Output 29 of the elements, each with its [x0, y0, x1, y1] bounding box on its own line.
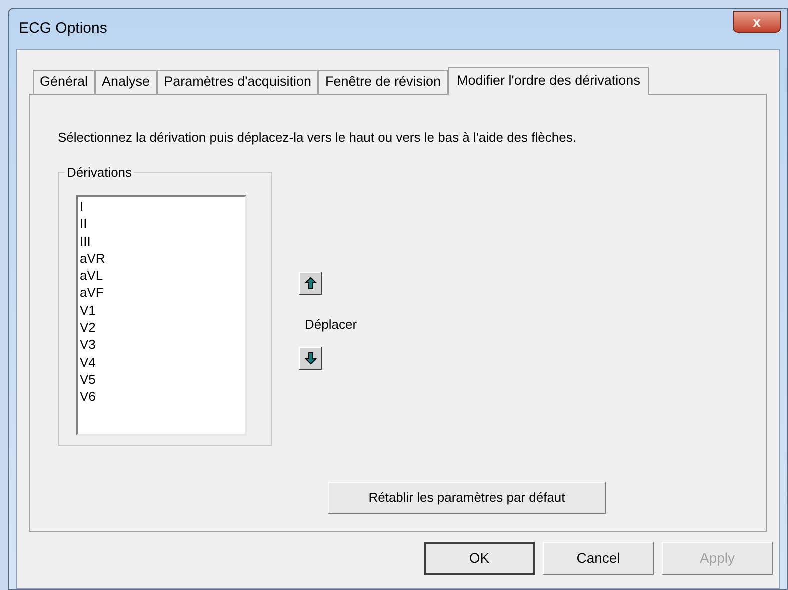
instructions-text: Sélectionnez la dérivation puis déplacez-la vers le haut ou vers le bas à l'aide des flèches. — [58, 129, 578, 146]
move-label: Déplacer — [305, 316, 358, 334]
tab[interactable]: Paramètres d'acquisition — [157, 70, 318, 94]
up-arrow-icon — [304, 277, 316, 290]
close-button[interactable]: x — [733, 11, 781, 33]
dialog-button[interactable]: OK — [424, 542, 535, 575]
down-arrow-icon — [304, 352, 316, 364]
list-item[interactable]: V5 — [80, 370, 245, 388]
leads-list[interactable]: I II III aVR aVL aVF V1 V2 V3 V4 V5 V6 — [76, 195, 247, 436]
list-item[interactable]: aVF — [80, 284, 245, 302]
window-title: ECG Options — [19, 18, 108, 39]
tab[interactable]: Modifier l'ordre des dérivations — [448, 67, 650, 95]
list-item[interactable]: V6 — [80, 388, 245, 406]
list-item[interactable]: aVR — [80, 250, 245, 268]
move-up-button[interactable] — [299, 272, 322, 295]
list-item[interactable]: II — [80, 215, 245, 233]
restore-defaults-button[interactable]: Rétablir les paramètres par défaut — [328, 482, 606, 514]
list-item[interactable]: I — [80, 198, 245, 216]
tab[interactable]: Fenêtre de révision — [318, 70, 448, 94]
tab[interactable]: Analyse — [95, 70, 158, 94]
list-item[interactable]: aVL — [80, 267, 245, 284]
list-item[interactable]: V2 — [80, 319, 245, 336]
list-item[interactable]: V3 — [80, 336, 245, 354]
list-item[interactable]: III — [80, 232, 245, 250]
tab[interactable]: Général — [33, 70, 96, 94]
move-down-button[interactable] — [299, 346, 322, 370]
dialog-button[interactable]: Cancel — [543, 542, 654, 575]
list-item[interactable]: V4 — [80, 354, 245, 371]
list-item[interactable]: V1 — [80, 302, 245, 320]
